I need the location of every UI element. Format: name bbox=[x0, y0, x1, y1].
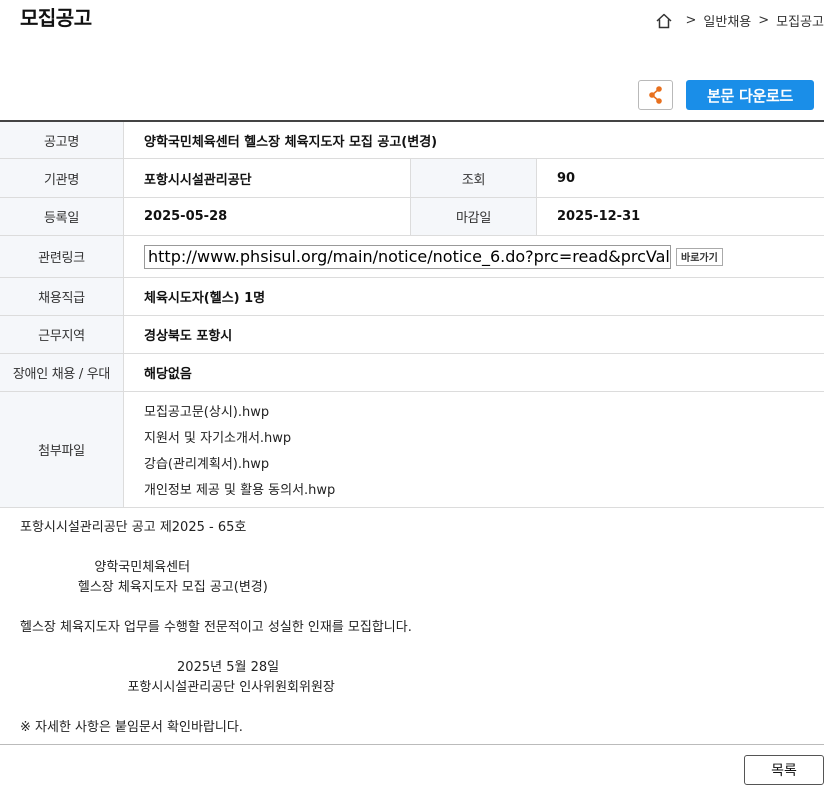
body-line bbox=[20, 598, 800, 618]
label-attachments: 첨부파일 bbox=[0, 392, 124, 507]
label-location: 근무지역 bbox=[0, 316, 124, 353]
home-icon[interactable] bbox=[655, 12, 673, 30]
notice-info-table: 공고명 양학국민체육센터 헬스장 체육지도자 모집 공고(변경) 기관명 포항시… bbox=[0, 120, 824, 508]
label-title: 공고명 bbox=[0, 122, 124, 158]
attachment-link[interactable]: 지원서 및 자기소개서.hwp bbox=[144, 427, 335, 446]
body-line: ※ 자세한 사항은 붙임문서 확인바랍니다. bbox=[20, 720, 243, 735]
download-body-button[interactable]: 본문 다운로드 bbox=[686, 80, 814, 110]
label-disabled: 장애인 채용 / 우대 bbox=[0, 354, 124, 391]
position-value: 체육시도자(헬스) 1명 bbox=[144, 291, 266, 306]
row-dates: 등록일 2025-05-28 마감일 2025-12-31 bbox=[0, 198, 824, 236]
body-line bbox=[20, 698, 800, 718]
breadcrumb-item-general-hiring[interactable]: 일반채용 bbox=[703, 11, 751, 30]
views-value: 90 bbox=[557, 170, 576, 186]
link-cell: http://www.phsisul.org/main/notice/notic… bbox=[124, 236, 824, 277]
label-agency: 기관명 bbox=[0, 159, 124, 197]
row-position: 채용직급 체육시도자(헬스) 1명 bbox=[0, 278, 824, 316]
label-views: 조회 bbox=[411, 159, 537, 197]
divider bbox=[0, 744, 824, 745]
agency-value: 포항시시설관리공단 bbox=[124, 159, 411, 197]
row-agency: 기관명 포항시시설관리공단 조회 90 bbox=[0, 159, 824, 198]
notice-body: 포항시시설관리공단 공고 제2025 - 65호 양학국민체육센터 헬스장 체육… bbox=[20, 518, 800, 738]
body-line: 포항시시설관리공단 인사위원회위원장 bbox=[20, 680, 335, 695]
body-line: 헬스장 체육지도자 모집 공고(변경) bbox=[20, 580, 268, 595]
body-line bbox=[20, 638, 800, 658]
goto-link-button[interactable]: 바로가기 bbox=[676, 247, 723, 266]
attachment-list: 모집공고문(상시).hwp 지원서 및 자기소개서.hwp 강습(관리계획서).… bbox=[124, 392, 335, 507]
page-title: 모집공고 bbox=[20, 6, 92, 30]
breadcrumb-item-recruitment[interactable]: 모집공고 bbox=[776, 11, 824, 30]
related-link-field[interactable]: http://www.phsisul.org/main/notice/notic… bbox=[144, 244, 671, 269]
body-line bbox=[20, 538, 800, 558]
row-disabled: 장애인 채용 / 우대 해당없음 bbox=[0, 354, 824, 392]
label-position: 채용직급 bbox=[0, 278, 124, 315]
row-attachments: 첨부파일 모집공고문(상시).hwp 지원서 및 자기소개서.hwp 강습(관리… bbox=[0, 392, 824, 508]
breadcrumb-separator: > bbox=[685, 13, 697, 28]
deadline-date: 2025-12-31 bbox=[557, 209, 641, 224]
breadcrumb: > 일반채용 > 모집공고 bbox=[655, 11, 824, 30]
row-link: 관련링크 http://www.phsisul.org/main/notice/… bbox=[0, 236, 824, 278]
share-icon bbox=[648, 86, 662, 104]
label-deadline: 마감일 bbox=[411, 198, 537, 235]
attachment-link[interactable]: 모집공고문(상시).hwp bbox=[144, 401, 335, 420]
share-button[interactable] bbox=[638, 80, 673, 110]
row-title: 공고명 양학국민체육센터 헬스장 체육지도자 모집 공고(변경) bbox=[0, 122, 824, 159]
attachment-link[interactable]: 강습(관리계획서).hwp bbox=[144, 453, 335, 472]
disabled-value: 해당없음 bbox=[144, 367, 192, 382]
body-line: 양학국민체육센터 bbox=[20, 560, 191, 575]
breadcrumb-separator: > bbox=[758, 13, 770, 28]
body-line: 헬스장 체육지도자 업무를 수행할 전문적이고 성실한 인재를 모집합니다. bbox=[20, 620, 412, 635]
body-line: 포항시시설관리공단 공고 제2025 - 65호 bbox=[20, 520, 247, 535]
label-link: 관련링크 bbox=[0, 236, 124, 277]
registered-date: 2025-05-28 bbox=[124, 198, 411, 235]
location-value: 경상북도 포항시 bbox=[144, 329, 233, 344]
label-registered: 등록일 bbox=[0, 198, 124, 235]
list-button[interactable]: 목록 bbox=[744, 755, 824, 785]
attachment-link[interactable]: 개인정보 제공 및 활용 동의서.hwp bbox=[144, 479, 335, 498]
notice-title: 양학국민체육센터 헬스장 체육지도자 모집 공고(변경) bbox=[144, 134, 438, 150]
row-location: 근무지역 경상북도 포항시 bbox=[0, 316, 824, 354]
body-line: 2025년 5월 28일 bbox=[20, 660, 280, 675]
